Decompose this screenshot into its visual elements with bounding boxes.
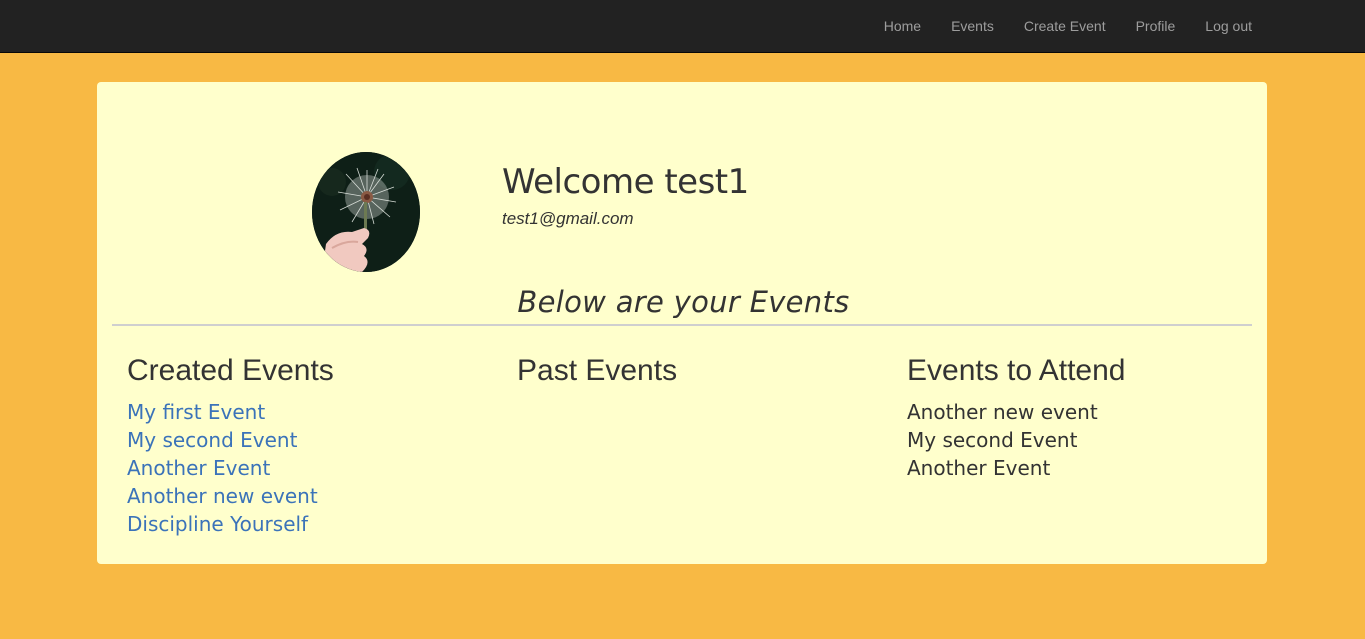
event-link[interactable]: Another Event xyxy=(127,456,270,480)
profile-card: Welcome test1 test1@gmail.com Below are … xyxy=(97,82,1267,564)
list-item: My second Event xyxy=(907,428,1078,452)
list-item: My second Event xyxy=(127,426,334,454)
event-link[interactable]: My second Event xyxy=(127,428,297,452)
list-item: Discipline Yourself xyxy=(127,510,334,538)
event-link[interactable]: Another new event xyxy=(127,484,318,508)
event-link[interactable]: My first Event xyxy=(127,400,265,424)
list-item: Another new event xyxy=(907,400,1098,424)
list-item: Another Event xyxy=(907,456,1051,480)
list-item: Another Event xyxy=(127,454,334,482)
attend-events-column: Events to Attend Another new event My se… xyxy=(907,354,1125,482)
nav-logout-link[interactable]: Log out xyxy=(1190,0,1267,53)
nav-links: Home Events Create Event Profile Log out xyxy=(869,0,1267,53)
events-heading: Below are your Events xyxy=(517,285,850,319)
nav-profile-link[interactable]: Profile xyxy=(1121,0,1191,53)
list-item: Another new event xyxy=(127,482,334,510)
user-email: test1@gmail.com xyxy=(502,209,634,228)
created-events-title: Created Events xyxy=(127,354,334,387)
welcome-heading: Welcome test1 xyxy=(502,162,749,202)
nav-events-link[interactable]: Events xyxy=(936,0,1009,53)
created-events-column: Created Events My first Event My second … xyxy=(127,354,334,538)
dandelion-photo xyxy=(312,152,420,272)
attend-events-title: Events to Attend xyxy=(907,354,1126,387)
event-link[interactable]: Discipline Yourself xyxy=(127,512,308,536)
nav-home-link[interactable]: Home xyxy=(869,0,936,53)
created-events-list: My first Event My second Event Another E… xyxy=(127,398,334,538)
divider xyxy=(112,324,1252,326)
nav-create-event-link[interactable]: Create Event xyxy=(1009,0,1121,53)
top-navbar: Home Events Create Event Profile Log out xyxy=(0,0,1365,53)
past-events-column: Past Events xyxy=(517,354,677,398)
avatar xyxy=(312,152,420,272)
past-events-title: Past Events xyxy=(517,354,678,387)
attend-events-list: Another new event My second Event Anothe… xyxy=(907,398,1125,482)
list-item: My first Event xyxy=(127,398,334,426)
